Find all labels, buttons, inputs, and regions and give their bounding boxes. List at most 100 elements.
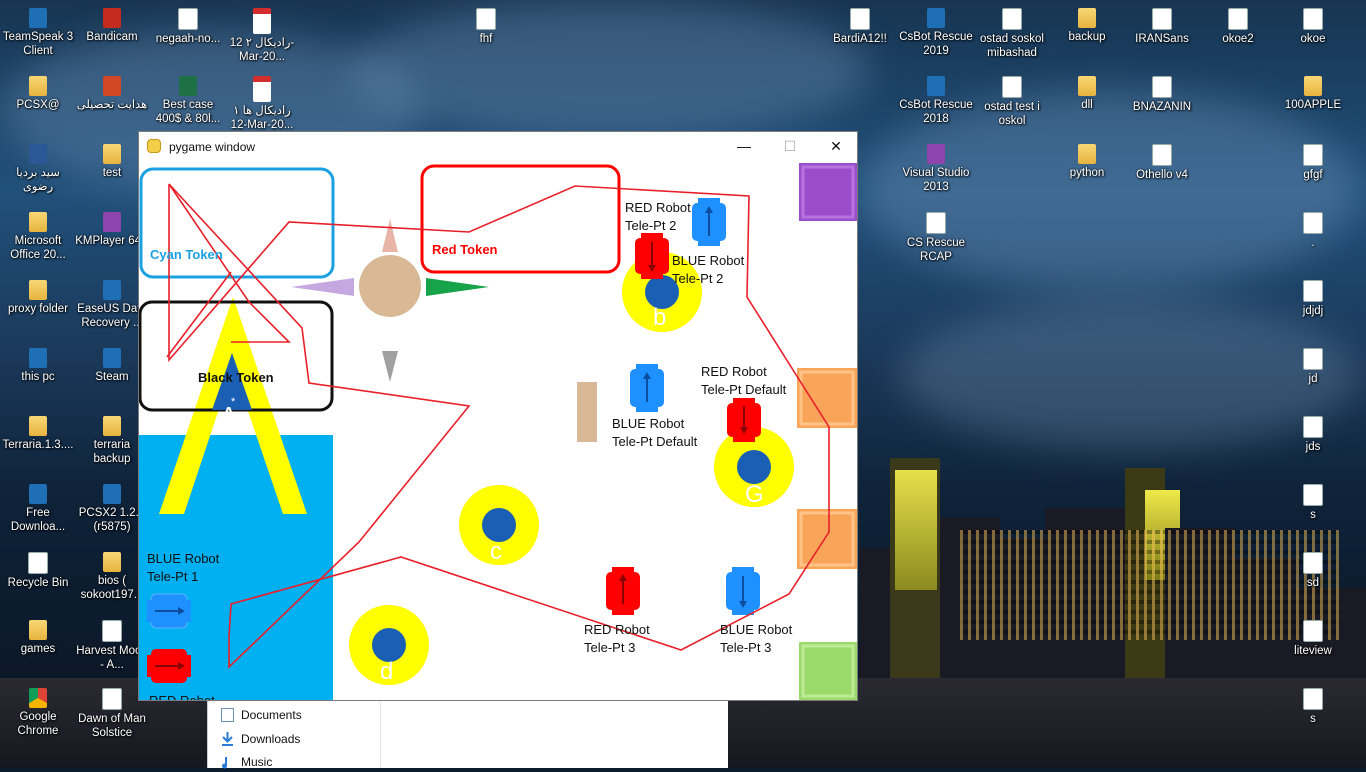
desktop-icon[interactable]: CsBot Rescue 2019 [898,8,974,58]
desktop-icon[interactable]: dll [1049,76,1125,112]
desktop-icon-label: هدایت تحصیلی [76,99,148,111]
desktop-icon-label: negaah-no... [155,33,221,45]
red-robot-tele-pt-default-label: RED Robot Tele-Pt Default [701,364,787,397]
desktop-icon[interactable]: sd [1275,552,1351,590]
app-icon [29,8,47,28]
desktop-icon-label: TeamSpeak 3 Client [2,31,74,57]
blue-robot-tele-pt-3-icon [726,567,760,615]
desktop-icon[interactable]: proxy folder [0,280,76,316]
desktop-icon[interactable]: CS Rescue RCAP [898,212,974,264]
desktop-icon[interactable]: Best case 400$ & 80l... [150,76,226,126]
desktop-icon[interactable]: ostad soskol mibashad [974,8,1050,60]
doc-icon [1303,144,1323,166]
title-bar[interactable]: pygame window — ☐ ✕ [139,132,857,162]
desktop-icon-label: Visual Studio 2013 [902,167,970,193]
desktop-icon[interactable]: BNAZANIN [1124,76,1200,114]
desktop-icon[interactable]: jds [1275,416,1351,454]
desktop-icon[interactable]: هدایت تحصیلی [74,76,150,112]
close-button[interactable]: ✕ [813,132,859,162]
desktop-icon-label: s [1310,509,1316,521]
desktop-icon[interactable]: games [0,620,76,656]
doc-icon [1303,484,1323,506]
desktop-icon-label: Best case 400$ & 80l... [155,99,221,125]
desktop-icon[interactable]: رادیکال ها ۱ 12-Mar-20... [224,76,300,132]
building-lights [895,470,937,590]
desktop-icon[interactable]: ostad test i oskol [974,76,1050,128]
desktop-icon[interactable]: . [1275,212,1351,250]
desktop-icon[interactable]: jd [1275,348,1351,386]
desktop-icon[interactable]: PCSX@ [0,76,76,112]
desktop-icon[interactable]: Google Chrome [0,688,76,738]
desktop-icon-label: liteview [1294,645,1332,657]
desktop-icon-label: jds [1305,441,1321,453]
desktop-icon-label: . [1311,237,1315,249]
purple-icon [927,144,945,164]
desktop-icon[interactable]: Terraria.1.3.... [0,416,76,452]
documents-icon [221,708,234,722]
nav-item-label: Downloads [241,732,301,746]
desktop-icon[interactable]: 100APPLE [1275,76,1351,112]
desktop-icon[interactable]: gfgf [1275,144,1351,182]
chrome-icon [29,688,47,708]
app-icon [927,8,945,28]
black-token-label: Black Token [198,370,274,385]
doc-icon [178,8,198,30]
purple-block [799,163,857,221]
desktop-icon[interactable]: s [1275,484,1351,522]
pdf-icon [253,76,271,102]
blue-robot-tele-pt-default-label: BLUE Robot Tele-Pt Default [612,416,698,449]
desktop-icon[interactable]: okoe2 [1200,8,1276,46]
desktop-icon[interactable]: liteview [1275,620,1351,658]
desktop-icon[interactable]: CsBot Rescue 2018 [898,76,974,126]
nav-item-music[interactable]: Music [222,755,272,769]
doc-icon [1228,8,1248,30]
desktop-icon-label: sd [1306,577,1320,589]
orange-block-upper [797,368,857,428]
desktop-icon-label: okoe2 [1222,33,1254,45]
word-icon [29,144,47,164]
desktop-icon[interactable]: سید بردیا رضوی [0,144,76,194]
green-block [799,642,857,700]
red-robot-tele-pt-1-icon [147,649,191,683]
app-icon [927,76,945,96]
desktop-icon[interactable]: BardiA12!! [822,8,898,46]
desktop-icon[interactable]: Othello v4 [1124,144,1200,182]
doc-icon [1303,552,1323,574]
desktop-icon[interactable]: fhf [448,8,524,46]
desktop-icon[interactable]: IRANSans [1124,8,1200,46]
folder-icon [1304,76,1322,96]
pygame-window[interactable]: pygame window — ☐ ✕ Cyan Token Red Token… [138,131,858,701]
doc-icon [476,8,496,30]
minimize-button[interactable]: — [721,132,767,162]
nav-item-downloads[interactable]: Downloads [222,732,301,746]
folder-icon [103,552,121,572]
desktop-icon-label: BNAZANIN [1132,101,1192,113]
desktop-icon[interactable]: Visual Studio 2013 [898,144,974,194]
desktop-icon[interactable]: Bandicam [74,8,150,44]
folder-icon [1078,144,1096,164]
circle-g-letter: G [745,481,764,508]
desktop-icon[interactable]: negaah-no... [150,8,226,46]
red-robot-tele-pt-2-icon [635,233,669,279]
desktop-icon[interactable]: python [1049,144,1125,180]
maximize-button[interactable]: ☐ [767,132,813,162]
desktop-icon-label: رادیکال ۲ 12-Mar-20... [229,37,295,63]
desktop-icon[interactable]: Microsoft Office 20... [0,212,76,262]
desktop-icon[interactable]: TeamSpeak 3 Client [0,8,76,58]
game-canvas[interactable]: Cyan Token Red Token Black Token A * b G… [139,162,857,700]
desktop-icon[interactable]: backup [1049,8,1125,44]
navigation-pane: Documents Downloads Music [208,700,381,769]
desktop-icon[interactable]: رادیکال ۲ 12-Mar-20... [224,8,300,64]
doc-icon [28,552,48,574]
desktop-icon[interactable]: jdjdj [1275,280,1351,318]
desktop-icon[interactable]: Recycle Bin [0,552,76,590]
desktop-icon[interactable]: s [1275,688,1351,726]
desktop-icon[interactable]: Free Downloa... [0,484,76,534]
cloud [350,0,870,140]
desktop-icon[interactable]: okoe [1275,8,1351,46]
red-robot-tele-pt-3-label: RED Robot Tele-Pt 3 [584,622,650,655]
nav-item-documents[interactable]: Documents [221,708,302,722]
desktop-icon-label: fhf [479,33,493,45]
folder-icon [29,416,47,436]
desktop-icon[interactable]: this pc [0,348,76,384]
